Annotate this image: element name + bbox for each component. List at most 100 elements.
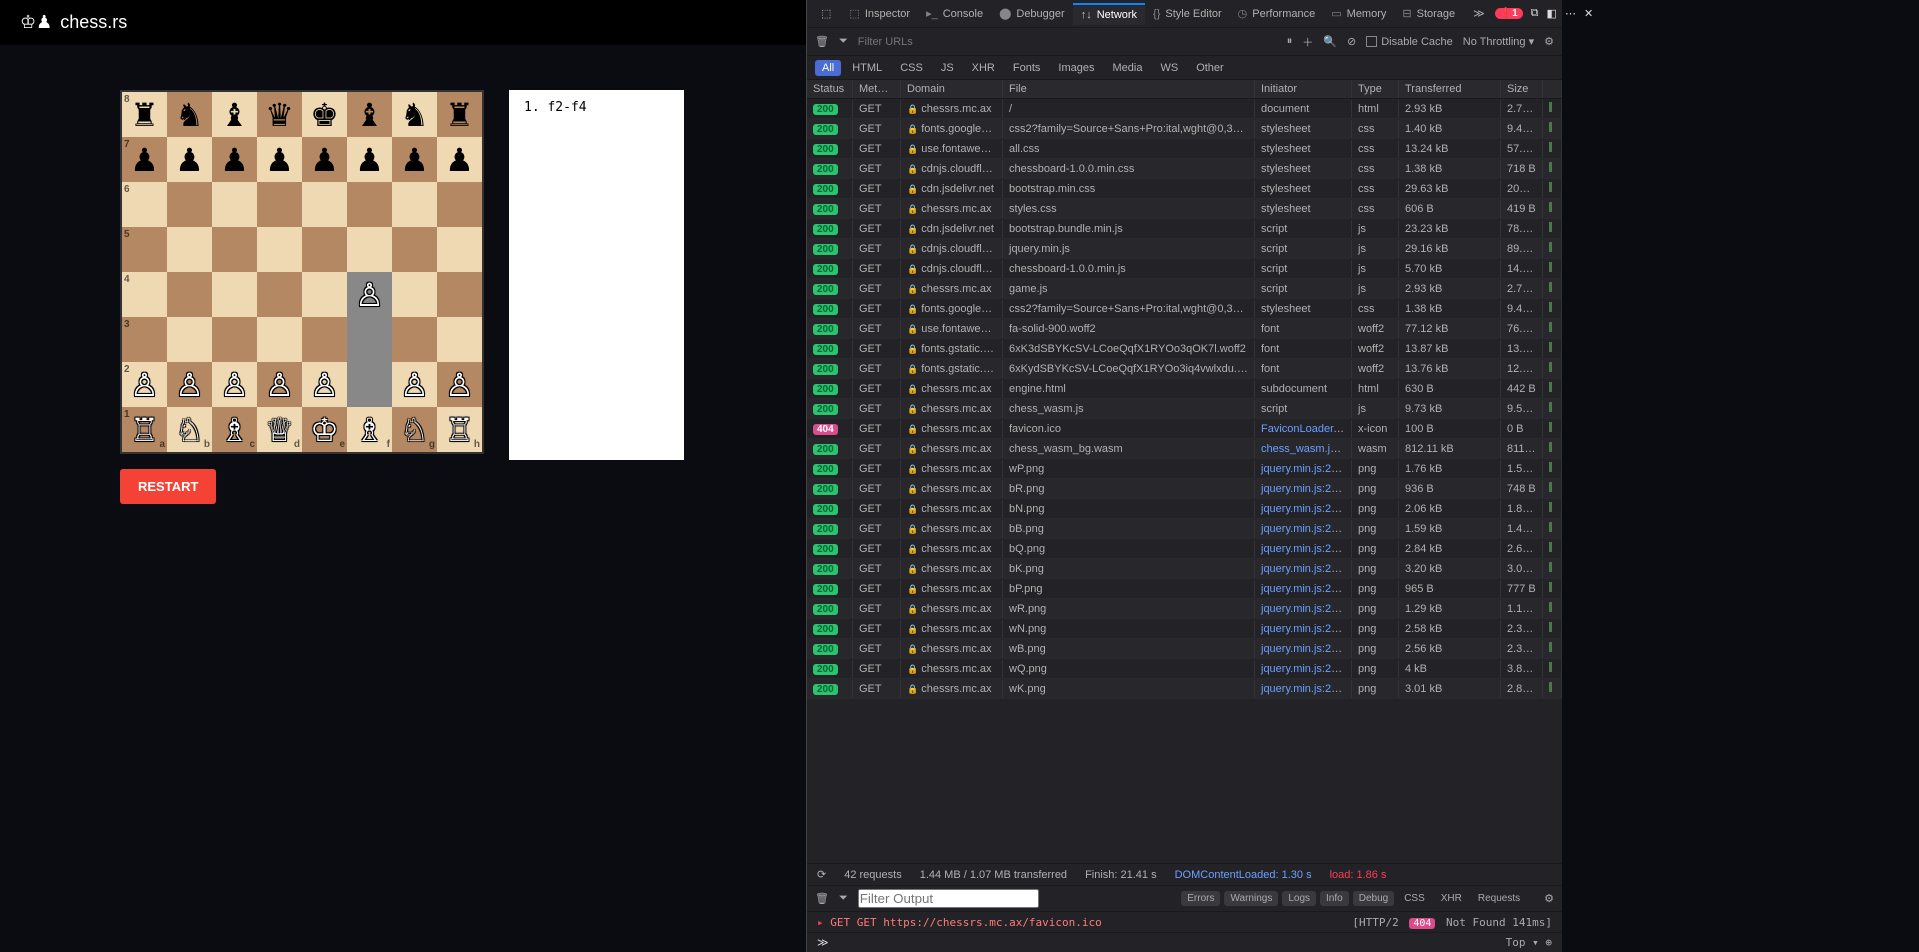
- square-h8[interactable]: ♜: [437, 92, 482, 137]
- piece-N[interactable]: ♘: [400, 411, 429, 449]
- filter-output-input[interactable]: [858, 889, 1039, 908]
- restart-button[interactable]: RESTART: [120, 469, 216, 504]
- overflow-menu-icon[interactable]: ⋯: [1565, 7, 1576, 20]
- square-g6[interactable]: [392, 182, 437, 227]
- square-b5[interactable]: [167, 227, 212, 272]
- piece-P[interactable]: ♙: [355, 276, 384, 314]
- square-f7[interactable]: ♟: [347, 137, 392, 182]
- square-f8[interactable]: ♝: [347, 92, 392, 137]
- col-size[interactable]: Size: [1501, 80, 1543, 98]
- network-row[interactable]: 200GET🔒chessrs.mc.axwQ.pngjquery.min.js:…: [807, 659, 1562, 679]
- square-d3[interactable]: [257, 317, 302, 362]
- throttling-select[interactable]: No Throttling ▾: [1463, 35, 1534, 48]
- square-c2[interactable]: ♙: [212, 362, 257, 407]
- piece-p[interactable]: ♟: [445, 141, 474, 179]
- square-h3[interactable]: [437, 317, 482, 362]
- square-b6[interactable]: [167, 182, 212, 227]
- network-row[interactable]: 200GET🔒cdn.jsdelivr.netbootstrap.bundle.…: [807, 219, 1562, 239]
- piece-p[interactable]: ♟: [175, 141, 204, 179]
- square-f4[interactable]: ♙: [347, 272, 392, 317]
- network-row[interactable]: 200GET🔒cdnjs.cloudflare.c...jquery.min.j…: [807, 239, 1562, 259]
- piece-P[interactable]: ♙: [400, 366, 429, 404]
- filter-media[interactable]: Media: [1105, 60, 1149, 76]
- piece-N[interactable]: ♘: [175, 411, 204, 449]
- square-b1[interactable]: ♘b: [167, 407, 212, 452]
- network-row[interactable]: 200GET🔒chessrs.mc.axgame.jsscriptjs2.93 …: [807, 279, 1562, 299]
- square-f2[interactable]: [347, 362, 392, 407]
- tabs-overflow-icon[interactable]: ≫: [1465, 3, 1493, 24]
- piece-n[interactable]: ♞: [400, 96, 429, 134]
- square-h2[interactable]: ♙: [437, 362, 482, 407]
- console-cat-warnings[interactable]: Warnings: [1224, 891, 1278, 906]
- network-row[interactable]: 200GET🔒fonts.googleapis....css2?family=S…: [807, 119, 1562, 139]
- network-row[interactable]: 200GET🔒chessrs.mc.axstyles.cssstylesheet…: [807, 199, 1562, 219]
- network-row[interactable]: 200GET🔒chessrs.mc.axbQ.pngjquery.min.js:…: [807, 539, 1562, 559]
- col-waterfall[interactable]: [1543, 80, 1562, 98]
- piece-P[interactable]: ♙: [175, 366, 204, 404]
- square-g7[interactable]: ♟: [392, 137, 437, 182]
- filter-xhr[interactable]: XHR: [965, 60, 1002, 76]
- square-c6[interactable]: [212, 182, 257, 227]
- square-a4[interactable]: 4: [122, 272, 167, 317]
- square-h6[interactable]: [437, 182, 482, 227]
- network-row[interactable]: 200GET🔒chessrs.mc.axbK.pngjquery.min.js:…: [807, 559, 1562, 579]
- console-cat-info[interactable]: Info: [1320, 891, 1349, 906]
- context-selector[interactable]: Top ▾ ⊕: [1506, 936, 1552, 949]
- block-icon[interactable]: ⊘: [1347, 35, 1356, 48]
- network-row[interactable]: 200GET🔒chessrs.mc.axwK.pngjquery.min.js:…: [807, 679, 1562, 699]
- square-d5[interactable]: [257, 227, 302, 272]
- piece-R[interactable]: ♖: [445, 411, 474, 449]
- piece-P[interactable]: ♙: [310, 366, 339, 404]
- piece-b[interactable]: ♝: [220, 96, 249, 134]
- square-c8[interactable]: ♝: [212, 92, 257, 137]
- square-f5[interactable]: [347, 227, 392, 272]
- square-e1[interactable]: ♔e: [302, 407, 347, 452]
- devtools-tab-inspector[interactable]: ⬚ Inspector: [841, 3, 918, 25]
- console-cat-xhr[interactable]: XHR: [1435, 891, 1468, 906]
- network-row[interactable]: 200GET🔒chessrs.mc.axbP.pngjquery.min.js:…: [807, 579, 1562, 599]
- network-row[interactable]: 200GET🔒use.fontawesom...fa-solid-900.wof…: [807, 319, 1562, 339]
- console-cat-logs[interactable]: Logs: [1282, 891, 1316, 906]
- square-f1[interactable]: ♗f: [347, 407, 392, 452]
- network-row[interactable]: 200GET🔒use.fontawesom...all.cssstyleshee…: [807, 139, 1562, 159]
- network-row[interactable]: 200GET🔒chessrs.mc.axwP.pngjquery.min.js:…: [807, 459, 1562, 479]
- square-c4[interactable]: [212, 272, 257, 317]
- devtools-tab-debugger[interactable]: ⬤ Debugger: [991, 3, 1073, 25]
- square-c1[interactable]: ♗c: [212, 407, 257, 452]
- network-row[interactable]: 200GET🔒chessrs.mc.axbR.pngjquery.min.js:…: [807, 479, 1562, 499]
- piece-P[interactable]: ♙: [265, 366, 294, 404]
- piece-K[interactable]: ♔: [310, 411, 339, 449]
- square-e2[interactable]: ♙: [302, 362, 347, 407]
- square-f6[interactable]: [347, 182, 392, 227]
- network-row[interactable]: 200GET🔒chessrs.mc.axengine.htmlsubdocume…: [807, 379, 1562, 399]
- error-counter-badge[interactable]: ❗1: [1495, 8, 1523, 19]
- network-row[interactable]: 200GET🔒fonts.gstatic.com6xKydSBYKcSV-LCo…: [807, 359, 1562, 379]
- filter-ws[interactable]: WS: [1153, 60, 1185, 76]
- square-g3[interactable]: [392, 317, 437, 362]
- square-c7[interactable]: ♟: [212, 137, 257, 182]
- piece-k[interactable]: ♚: [310, 96, 339, 134]
- piece-P[interactable]: ♙: [220, 366, 249, 404]
- square-g4[interactable]: [392, 272, 437, 317]
- square-d6[interactable]: [257, 182, 302, 227]
- network-row[interactable]: 404GET🔒chessrs.mc.axfavicon.icoFaviconLo…: [807, 419, 1562, 439]
- console-settings-icon[interactable]: ⚙: [1544, 892, 1554, 905]
- square-e6[interactable]: [302, 182, 347, 227]
- piece-Q[interactable]: ♕: [265, 411, 294, 449]
- console-cat-debug[interactable]: Debug: [1353, 891, 1394, 906]
- piece-P[interactable]: ♙: [445, 366, 474, 404]
- clear-icon[interactable]: 🗑: [815, 35, 829, 48]
- col-domain[interactable]: Domain: [901, 80, 1003, 98]
- filter-all[interactable]: All: [815, 60, 841, 76]
- filter-urls-input[interactable]: [858, 36, 978, 48]
- devtools-tab-storage[interactable]: ⊟ Storage: [1394, 3, 1463, 25]
- network-row[interactable]: 200GET🔒cdnjs.cloudflare.c...chessboard-1…: [807, 159, 1562, 179]
- square-e7[interactable]: ♟: [302, 137, 347, 182]
- network-table[interactable]: StatusMethodDomainFileInitiatorTypeTrans…: [807, 80, 1562, 863]
- square-h5[interactable]: [437, 227, 482, 272]
- piece-R[interactable]: ♖: [130, 411, 159, 449]
- dock-side-icon[interactable]: ◧: [1547, 7, 1557, 20]
- square-h1[interactable]: ♖h: [437, 407, 482, 452]
- square-g5[interactable]: [392, 227, 437, 272]
- square-e3[interactable]: [302, 317, 347, 362]
